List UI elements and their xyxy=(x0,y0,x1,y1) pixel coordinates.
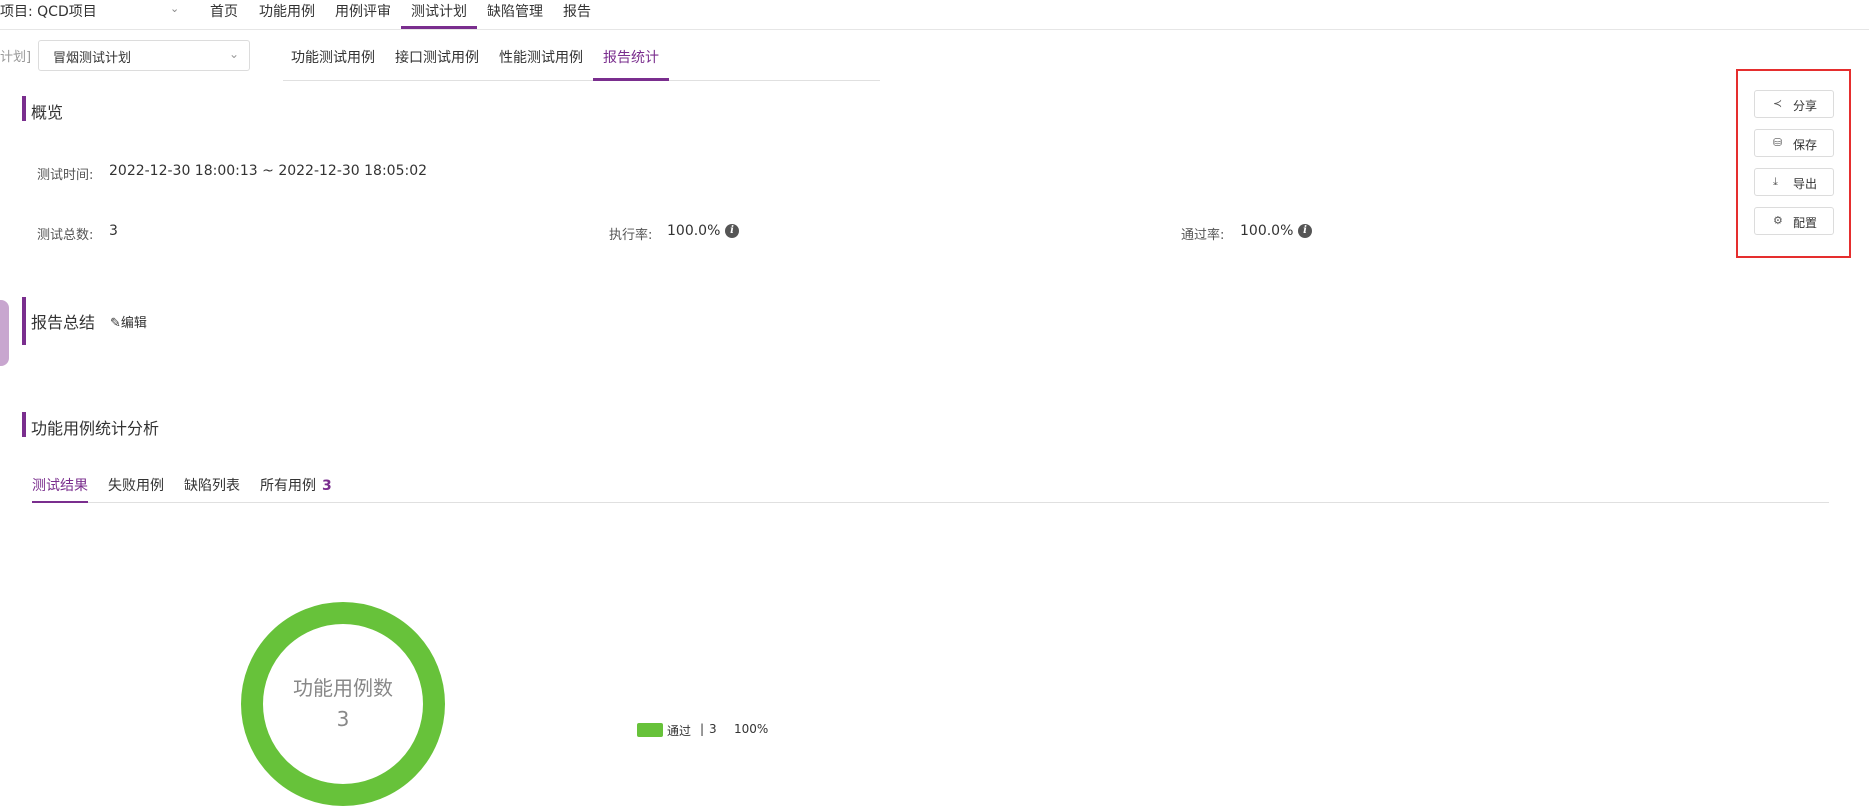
pass-rate-label: 通过率: xyxy=(1181,228,1225,243)
subtab-active-indicator xyxy=(593,78,669,81)
pencil-icon: ✎ xyxy=(110,316,121,331)
nav-home[interactable]: 首页 xyxy=(210,1,238,21)
chevron-down-icon[interactable]: ⌄ xyxy=(170,2,179,15)
share-icon: ≺ xyxy=(1773,97,1783,110)
config-label: 配置 xyxy=(1793,216,1818,230)
all-cases-count: 3 xyxy=(322,478,332,494)
legend-separator: | xyxy=(700,722,705,736)
total-value: 3 xyxy=(109,223,118,239)
share-label: 分享 xyxy=(1793,99,1818,113)
nav-functional-cases[interactable]: 功能用例 xyxy=(259,1,315,21)
plan-select-value: 冒烟测试计划 xyxy=(53,51,132,66)
nav-case-review[interactable]: 用例评审 xyxy=(335,1,391,21)
tab-failed-cases[interactable]: 失败用例 xyxy=(108,475,164,495)
tab-all-cases[interactable]: 所有用例 3 xyxy=(260,475,332,495)
donut-slice-通过[interactable] xyxy=(241,602,445,806)
top-nav: 项目: QCD项目 ⌄ 首页 功能用例 用例评审 测试计划 缺陷管理 报告 xyxy=(0,0,1869,30)
tab-all-cases-label: 所有用例 xyxy=(260,478,316,494)
exec-rate-value: 100.0% xyxy=(667,223,721,239)
nav-report[interactable]: 报告 xyxy=(563,1,591,21)
section-marker xyxy=(22,96,26,121)
save-label: 保存 xyxy=(1793,138,1818,152)
donut-center-value: 3 xyxy=(336,707,350,731)
project-selector[interactable]: 项目: QCD项目 xyxy=(0,1,97,21)
exec-rate-label: 执行率: xyxy=(609,228,653,243)
plan-label: 计划] xyxy=(0,50,32,65)
section-marker xyxy=(22,297,26,345)
donut-center-title: 功能用例数 xyxy=(293,676,393,700)
result-tabs-divider xyxy=(32,502,1829,503)
side-drawer-handle[interactable] xyxy=(0,300,9,366)
summary-title: 报告总结 xyxy=(31,313,96,332)
section-marker xyxy=(22,412,26,437)
test-time-value: 2022-12-30 18:00:13 ~ 2022-12-30 18:05:0… xyxy=(109,163,428,179)
export-button[interactable]: ⤓ 导出 xyxy=(1754,168,1834,196)
total-label: 测试总数: xyxy=(37,228,94,243)
nav-active-indicator xyxy=(401,26,477,29)
result-tab-active-indicator xyxy=(32,501,88,503)
legend-percent: 100% xyxy=(734,722,769,736)
config-button[interactable]: ⚙ 配置 xyxy=(1754,207,1834,235)
share-button[interactable]: ≺ 分享 xyxy=(1754,90,1834,118)
download-icon: ⤓ xyxy=(1773,175,1778,188)
nav-test-plan[interactable]: 测试计划 xyxy=(411,1,467,21)
legend-swatch[interactable] xyxy=(637,723,663,737)
info-icon[interactable]: i xyxy=(1298,224,1312,238)
subtab-divider xyxy=(283,80,880,81)
nav-defect-management[interactable]: 缺陷管理 xyxy=(487,1,543,21)
analysis-title: 功能用例统计分析 xyxy=(31,419,160,438)
tab-test-results[interactable]: 测试结果 xyxy=(32,475,88,495)
save-button[interactable]: ⛁ 保存 xyxy=(1754,129,1834,157)
gear-icon: ⚙ xyxy=(1773,214,1783,227)
tab-defect-list[interactable]: 缺陷列表 xyxy=(184,475,240,495)
plan-select[interactable]: 冒烟测试计划 ⌄ xyxy=(38,40,250,71)
edit-button[interactable]: ✎编辑 xyxy=(110,312,147,331)
test-time-label: 测试时间: xyxy=(37,168,94,183)
export-label: 导出 xyxy=(1793,177,1818,191)
pass-donut-chart xyxy=(241,602,445,806)
save-icon: ⛁ xyxy=(1773,136,1783,149)
tab-functional-test-cases[interactable]: 功能测试用例 xyxy=(291,47,375,67)
legend-name: 通过 xyxy=(667,724,692,738)
overview-title: 概览 xyxy=(31,103,64,122)
legend-count: 3 xyxy=(709,722,717,736)
edit-label: 编辑 xyxy=(120,316,147,331)
tab-report-statistics[interactable]: 报告统计 xyxy=(603,47,659,67)
tab-api-test-cases[interactable]: 接口测试用例 xyxy=(395,47,479,67)
tab-performance-test-cases[interactable]: 性能测试用例 xyxy=(499,47,583,67)
info-icon[interactable]: i xyxy=(725,224,739,238)
pass-rate-value: 100.0% xyxy=(1240,223,1294,239)
chevron-down-icon: ⌄ xyxy=(228,47,239,61)
